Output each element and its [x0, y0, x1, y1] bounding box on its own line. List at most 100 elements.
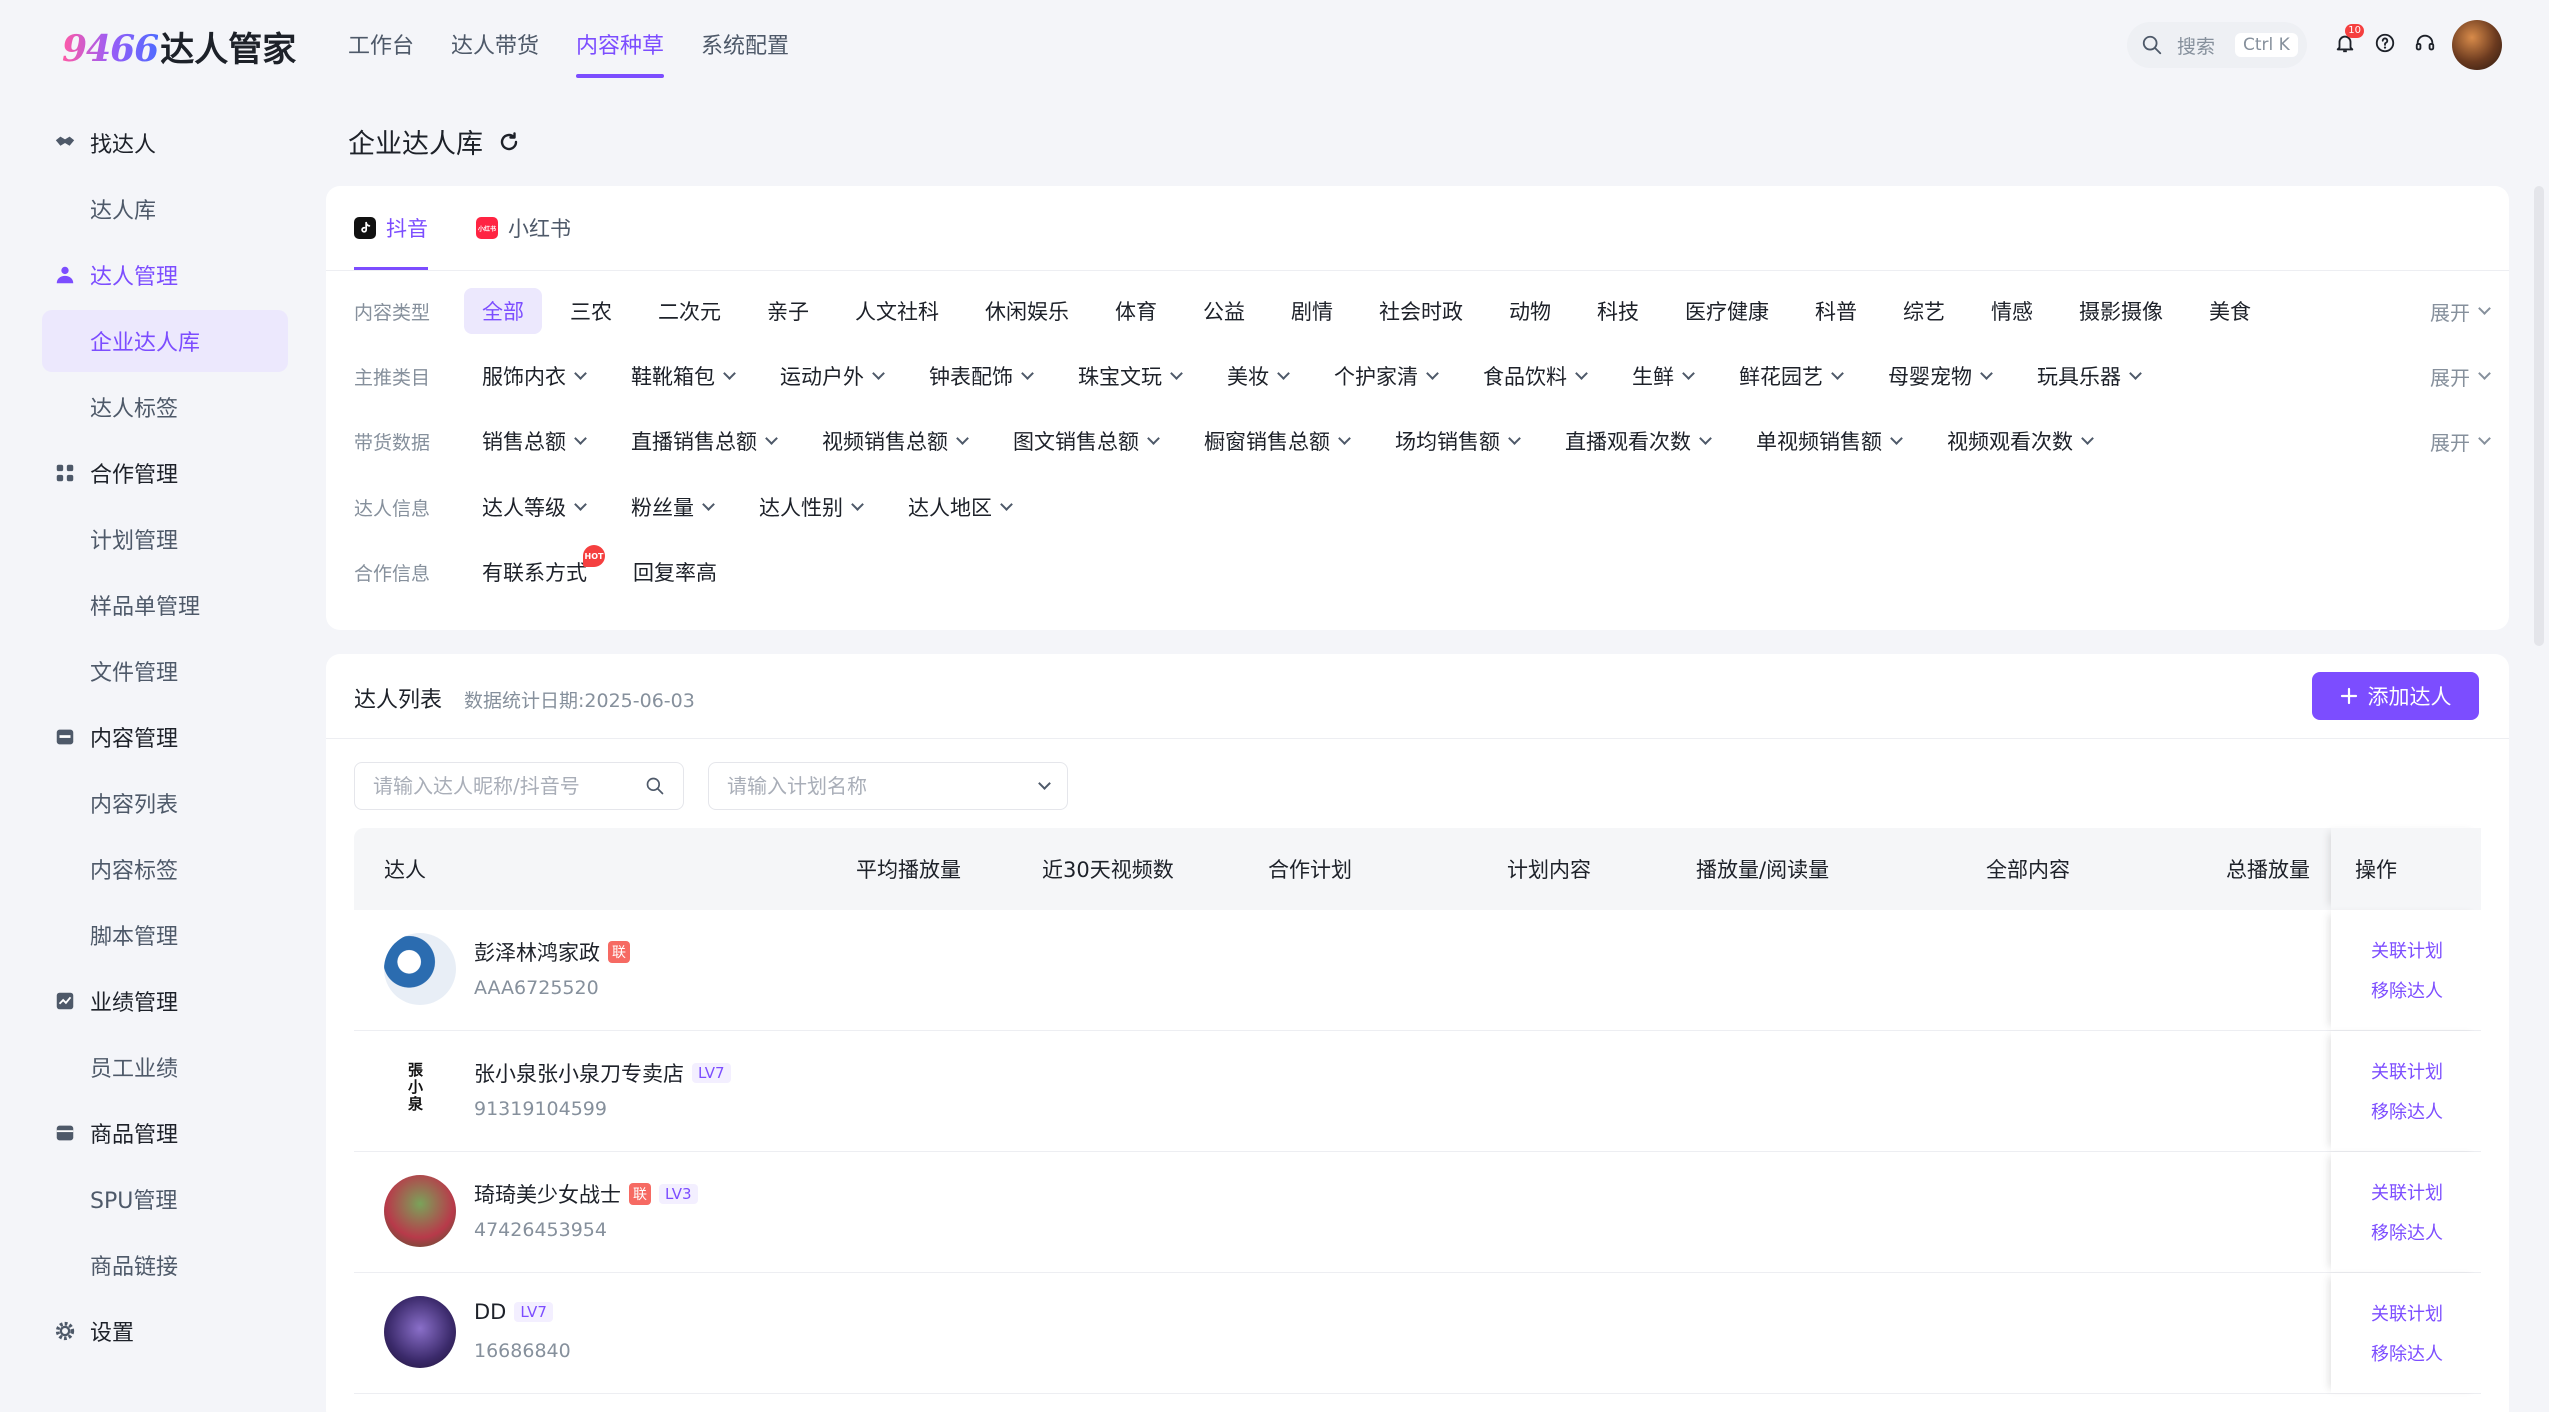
sidebar-item-1[interactable]: 达人库 [0, 176, 300, 242]
user-avatar[interactable] [2452, 20, 2502, 70]
filter-option-sales-2[interactable]: 视频销售总额 [804, 418, 985, 464]
filter-option-content_type-4[interactable]: 人文社科 [837, 288, 957, 334]
link-plan-link[interactable]: 关联计划 [2371, 1179, 2481, 1205]
filter-option-content_type-11[interactable]: 科技 [1579, 288, 1657, 334]
filter-option-content_type-9[interactable]: 社会时政 [1361, 288, 1481, 334]
filter-option-sales-7[interactable]: 单视频销售额 [1738, 418, 1919, 464]
sidebar-group-2[interactable]: 达人管理 [0, 242, 300, 308]
sidebar-group-15[interactable]: 商品管理 [0, 1100, 300, 1166]
filter-option-info-1[interactable]: 粉丝量 [613, 484, 731, 530]
creator-search-field[interactable] [373, 774, 645, 798]
creator-avatar[interactable]: 張小泉 [384, 1054, 456, 1126]
sidebar-item-10[interactable]: 内容列表 [0, 770, 300, 836]
filter-option-has-contact[interactable]: 有联系方式 HOT [464, 545, 605, 595]
page-scrollbar[interactable] [2534, 186, 2544, 646]
global-search[interactable]: 搜索 Ctrl K [2127, 22, 2307, 68]
filter-option-content_type-17[interactable]: 美食 [2191, 288, 2269, 334]
plan-select[interactable] [708, 762, 1068, 810]
filter-option-content_type-2[interactable]: 二次元 [640, 288, 739, 334]
sidebar-group-0[interactable]: 找达人 [0, 110, 300, 176]
tab-douyin[interactable]: 抖音 [354, 186, 428, 270]
table-row[interactable]: DD LV7 16686840 关联计划 移除达人 [354, 1273, 2481, 1394]
remove-creator-link[interactable]: 移除达人 [2371, 1098, 2481, 1124]
filter-option-content_type-16[interactable]: 摄影摄像 [2061, 288, 2181, 334]
filter-option-sales-4[interactable]: 橱窗销售总额 [1186, 418, 1367, 464]
sidebar-item-6[interactable]: 计划管理 [0, 506, 300, 572]
filter-option-sales-5[interactable]: 场均销售额 [1377, 418, 1537, 464]
link-plan-link[interactable]: 关联计划 [2371, 1058, 2481, 1084]
filter-option-info-2[interactable]: 达人性别 [741, 484, 880, 530]
filter-option-category-9[interactable]: 鲜花园艺 [1721, 353, 1860, 399]
creator-avatar[interactable] [384, 1296, 456, 1368]
sidebar-item-8[interactable]: 文件管理 [0, 638, 300, 704]
table-row[interactable]: 張小泉张小泉张小泉刀专卖店 LV7 91319104599 关联计划 移除达人 [354, 1031, 2481, 1152]
sidebar-item-14[interactable]: 员工业绩 [0, 1034, 300, 1100]
filter-option-sales-8[interactable]: 视频观看次数 [1929, 418, 2110, 464]
remove-creator-link[interactable]: 移除达人 [2371, 977, 2481, 1003]
topnav-content[interactable]: 内容种草 [576, 28, 665, 78]
app-logo[interactable]: 9466 达人管家 [62, 22, 296, 71]
sidebar-item-7[interactable]: 样品单管理 [0, 572, 300, 638]
bell-icon[interactable]: 10 [2332, 24, 2364, 56]
sidebar-item-17[interactable]: 商品链接 [0, 1232, 300, 1298]
filter-option-category-7[interactable]: 食品饮料 [1465, 353, 1604, 399]
filter-option-category-8[interactable]: 生鲜 [1614, 353, 1711, 399]
sidebar-item-11[interactable]: 内容标签 [0, 836, 300, 902]
creator-name[interactable]: DD LV7 [474, 1300, 553, 1324]
filter-option-category-5[interactable]: 美妆 [1209, 353, 1306, 399]
filter-option-category-4[interactable]: 珠宝文玩 [1060, 353, 1199, 399]
tab-xiaohongshu[interactable]: 小红书 小红书 [476, 186, 571, 270]
creator-name[interactable]: 张小泉张小泉刀专卖店 LV7 [474, 1058, 731, 1088]
filter-option-content_type-0[interactable]: 全部 [464, 288, 542, 334]
filter-option-content_type-5[interactable]: 休闲娱乐 [967, 288, 1087, 334]
creator-avatar[interactable] [384, 933, 456, 1005]
filter-option-content_type-3[interactable]: 亲子 [749, 288, 827, 334]
filter-option-info-3[interactable]: 达人地区 [890, 484, 1029, 530]
creator-name[interactable]: 琦琦美少女战士联 LV3 [474, 1179, 698, 1209]
search-icon[interactable] [645, 776, 665, 796]
filter-option-content_type-1[interactable]: 三农 [552, 288, 630, 334]
filter-option-category-3[interactable]: 钟表配饰 [911, 353, 1050, 399]
link-plan-link[interactable]: 关联计划 [2371, 937, 2481, 963]
filter-option-category-11[interactable]: 玩具乐器 [2019, 353, 2158, 399]
topnav-settings[interactable]: 系统配置 [701, 28, 789, 78]
sidebar-item-16[interactable]: SPU管理 [0, 1166, 300, 1232]
table-row[interactable]: 琦琦美少女战士联 LV3 47426453954 关联计划 移除达人 [354, 1152, 2481, 1273]
filter-option-content_type-15[interactable]: 情感 [1973, 288, 2051, 334]
creator-avatar[interactable] [384, 1175, 456, 1247]
filter-option-category-0[interactable]: 服饰内衣 [464, 353, 603, 399]
filter-option-category-6[interactable]: 个护家清 [1316, 353, 1455, 399]
help-icon[interactable] [2372, 30, 2398, 56]
sidebar-group-13[interactable]: 业绩管理 [0, 968, 300, 1034]
filter-option-content_type-6[interactable]: 体育 [1097, 288, 1175, 334]
filter-option-category-2[interactable]: 运动户外 [762, 353, 901, 399]
topnav-sales[interactable]: 达人带货 [451, 28, 539, 78]
filter-option-content_type-13[interactable]: 科普 [1797, 288, 1875, 334]
sidebar-group-18[interactable]: 设置 [0, 1298, 300, 1364]
remove-creator-link[interactable]: 移除达人 [2371, 1219, 2481, 1245]
filter-option-content_type-14[interactable]: 综艺 [1885, 288, 1963, 334]
link-plan-link[interactable]: 关联计划 [2371, 1300, 2481, 1326]
plan-select-field[interactable] [727, 774, 1036, 798]
creator-search-input[interactable] [354, 762, 684, 810]
sidebar-item-12[interactable]: 脚本管理 [0, 902, 300, 968]
expand-button[interactable]: 展开 [2430, 297, 2491, 326]
filter-option-content_type-12[interactable]: 医疗健康 [1667, 288, 1787, 334]
headset-icon[interactable] [2412, 30, 2438, 56]
sidebar-item-4[interactable]: 达人标签 [0, 374, 300, 440]
add-creator-button[interactable]: 添加达人 [2312, 672, 2479, 720]
remove-creator-link[interactable]: 移除达人 [2371, 1340, 2481, 1366]
table-row[interactable]: 彭泽林鸿家政联 AAA6725520 关联计划 移除达人 [354, 910, 2481, 1031]
sidebar-group-5[interactable]: 合作管理 [0, 440, 300, 506]
filter-option-content_type-7[interactable]: 公益 [1185, 288, 1263, 334]
sidebar-group-9[interactable]: 内容管理 [0, 704, 300, 770]
filter-option-sales-3[interactable]: 图文销售总额 [995, 418, 1176, 464]
expand-button[interactable]: 展开 [2430, 362, 2491, 391]
filter-option-sales-1[interactable]: 直播销售总额 [613, 418, 794, 464]
filter-option-high-reply[interactable]: 回复率高 [615, 549, 735, 595]
filter-option-sales-0[interactable]: 销售总额 [464, 418, 603, 464]
filter-option-info-0[interactable]: 达人等级 [464, 484, 603, 530]
topnav-workbench[interactable]: 工作台 [348, 28, 414, 78]
creator-name[interactable]: 彭泽林鸿家政联 [474, 937, 630, 967]
filter-option-category-10[interactable]: 母婴宠物 [1870, 353, 2009, 399]
